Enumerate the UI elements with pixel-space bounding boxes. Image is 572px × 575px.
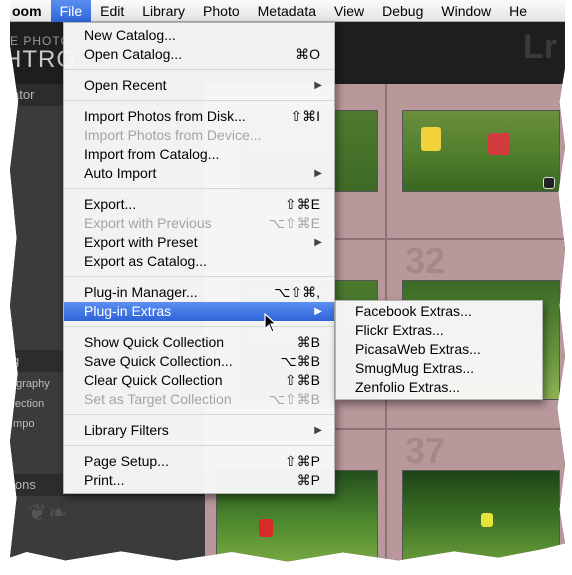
menu-item-label: Import Photos from Disk...	[84, 108, 246, 124]
submenu-item-smugmug-extras[interactable]: SmugMug Extras...	[355, 359, 474, 378]
menu-item-shortcut: ⇧⌘B	[284, 372, 320, 388]
menu-item-new-catalog[interactable]: New Catalog...	[64, 26, 334, 45]
menu-item-plugin-extras[interactable]: Plug-in Extras ▶	[64, 302, 334, 321]
menu-item-export-with-preset[interactable]: Export with Preset ▶	[64, 233, 334, 252]
grid-cell-number: 32	[405, 240, 446, 281]
menu-item-label: Print...	[84, 472, 125, 488]
badge-icon	[543, 177, 555, 189]
submenu-item-facebook-extras[interactable]: Facebook Extras...	[355, 302, 472, 321]
photo-detail	[259, 519, 273, 537]
menu-item-set-as-target-collection: Set as Target Collection ⌥⇧⌘B	[64, 390, 334, 409]
menubar-photo[interactable]: Photo	[194, 0, 249, 22]
menubar-debug[interactable]: Debug	[373, 0, 432, 22]
menu-item-label: New Catalog...	[84, 27, 176, 43]
panel-list-item[interactable]: llection	[10, 398, 44, 410]
menu-item-plugin-manager[interactable]: Plug-in Manager... ⌥⇧⌘,	[64, 283, 334, 302]
menu-item-label: Import from Catalog...	[84, 146, 220, 162]
menubar-library[interactable]: Library	[133, 0, 194, 22]
menu-separator	[64, 188, 334, 189]
menu-item-label: Open Recent	[84, 77, 167, 93]
menu-item-label: Export with Preset	[84, 234, 198, 250]
plugin-extras-submenu: Facebook Extras... Flickr Extras... Pica…	[335, 300, 543, 400]
menu-separator	[64, 100, 334, 101]
menu-separator	[64, 276, 334, 277]
photo-detail	[421, 127, 441, 151]
menu-item-export-as-catalog[interactable]: Export as Catalog...	[64, 252, 334, 271]
menu-item-show-quick-collection[interactable]: Show Quick Collection ⌘B	[64, 333, 334, 352]
menu-item-label: Plug-in Manager...	[84, 284, 198, 300]
menubar-help[interactable]: He	[500, 0, 536, 22]
menu-item-label: Set as Target Collection	[84, 391, 232, 407]
menu-item-label: Page Setup...	[84, 453, 169, 469]
submenu-item-zenfolio-extras[interactable]: Zenfolio Extras...	[355, 378, 460, 397]
menu-item-label: Export...	[84, 196, 137, 212]
photo-detail	[481, 513, 493, 527]
menu-item-label: Clear Quick Collection	[84, 372, 223, 388]
menu-item-print[interactable]: Print... ⌘P	[64, 471, 334, 490]
panel-list-item[interactable]: ography	[10, 378, 50, 390]
menu-item-label: Auto Import	[84, 165, 157, 181]
menu-item-label: Export with Previous	[84, 215, 212, 231]
menubar-metadata[interactable]: Metadata	[249, 0, 325, 22]
menubar-edit[interactable]: Edit	[91, 0, 133, 22]
menu-item-import-photos-from-disk[interactable]: Import Photos from Disk... ⇧⌘I	[64, 107, 334, 126]
menu-item-open-recent[interactable]: Open Recent ▶	[64, 76, 334, 95]
menu-item-label: Library Filters	[84, 422, 169, 438]
menu-item-label: Import Photos from Device...	[84, 127, 262, 143]
menu-separator	[64, 414, 334, 415]
menu-item-shortcut: ⇧⌘P	[284, 453, 320, 469]
photo-detail	[488, 133, 510, 155]
submenu-arrow-icon: ▶	[314, 237, 322, 248]
menubar-app-menu[interactable]: oom	[10, 0, 51, 22]
menu-item-shortcut: ⌥⇧⌘E	[268, 215, 320, 231]
panel-end-ornament-icon: ❦❧	[28, 500, 69, 525]
menubar-file[interactable]: File	[50, 0, 92, 22]
menu-item-save-quick-collection[interactable]: Save Quick Collection... ⌥⌘B	[64, 352, 334, 371]
menu-item-label: Show Quick Collection	[84, 334, 225, 350]
menu-item-library-filters[interactable]: Library Filters ▶	[64, 421, 334, 440]
screenshot-frame: E PHOTO HTRO Lr ator g ography llection …	[10, 0, 565, 562]
menu-item-open-catalog[interactable]: Open Catalog... ⌘O	[64, 45, 334, 64]
photo-thumbnail[interactable]	[402, 110, 560, 192]
menu-item-shortcut: ⌘P	[296, 472, 320, 488]
menu-separator	[64, 445, 334, 446]
menu-item-import-photos-from-device: Import Photos from Device...	[64, 126, 334, 145]
submenu-item-picasaweb-extras[interactable]: PicasaWeb Extras...	[355, 340, 481, 359]
submenu-item-flickr-extras[interactable]: Flickr Extras...	[355, 321, 444, 340]
menu-separator	[64, 69, 334, 70]
menu-item-shortcut: ⌥⇧⌘,	[274, 284, 320, 300]
mouse-pointer-icon	[264, 313, 278, 333]
menu-item-shortcut: ⌘B	[296, 334, 320, 350]
menubar-window[interactable]: Window	[432, 0, 500, 22]
submenu-arrow-icon: ▶	[314, 425, 322, 436]
menu-item-shortcut: ⌘O	[295, 46, 320, 62]
menu-item-export[interactable]: Export... ⇧⌘E	[64, 195, 334, 214]
menu-item-label: Save Quick Collection...	[84, 353, 233, 369]
menu-item-label: Plug-in Extras	[84, 303, 172, 319]
menu-item-shortcut: ⇧⌘E	[284, 196, 320, 212]
menu-item-page-setup[interactable]: Page Setup... ⇧⌘P	[64, 452, 334, 471]
menu-separator	[64, 326, 334, 327]
panel-list-item[interactable]: Impo	[10, 418, 34, 430]
menu-item-auto-import[interactable]: Auto Import ▶	[64, 164, 334, 183]
lightroom-logo-icon: Lr	[523, 28, 557, 66]
menubar-view[interactable]: View	[325, 0, 373, 22]
menu-item-label: Open Catalog...	[84, 46, 183, 62]
submenu-arrow-icon: ▶	[314, 80, 322, 91]
menu-item-shortcut: ⌥⇧⌘B	[268, 391, 320, 407]
menu-item-import-from-catalog[interactable]: Import from Catalog...	[64, 145, 334, 164]
menu-item-label: Export as Catalog...	[84, 253, 207, 269]
menu-item-export-with-previous: Export with Previous ⌥⇧⌘E	[64, 214, 334, 233]
file-menu: New Catalog... Open Catalog... ⌘O Open R…	[63, 22, 335, 494]
submenu-arrow-icon: ▶	[314, 306, 322, 317]
menu-item-clear-quick-collection[interactable]: Clear Quick Collection ⇧⌘B	[64, 371, 334, 390]
grid-cell-number: 37	[405, 430, 446, 471]
menu-item-shortcut: ⇧⌘I	[290, 108, 320, 124]
submenu-arrow-icon: ▶	[314, 168, 322, 179]
photo-thumbnail[interactable]	[402, 470, 560, 562]
menu-item-shortcut: ⌥⌘B	[280, 353, 320, 369]
menu-bar: oom File Edit Library Photo Metadata Vie…	[10, 0, 565, 22]
